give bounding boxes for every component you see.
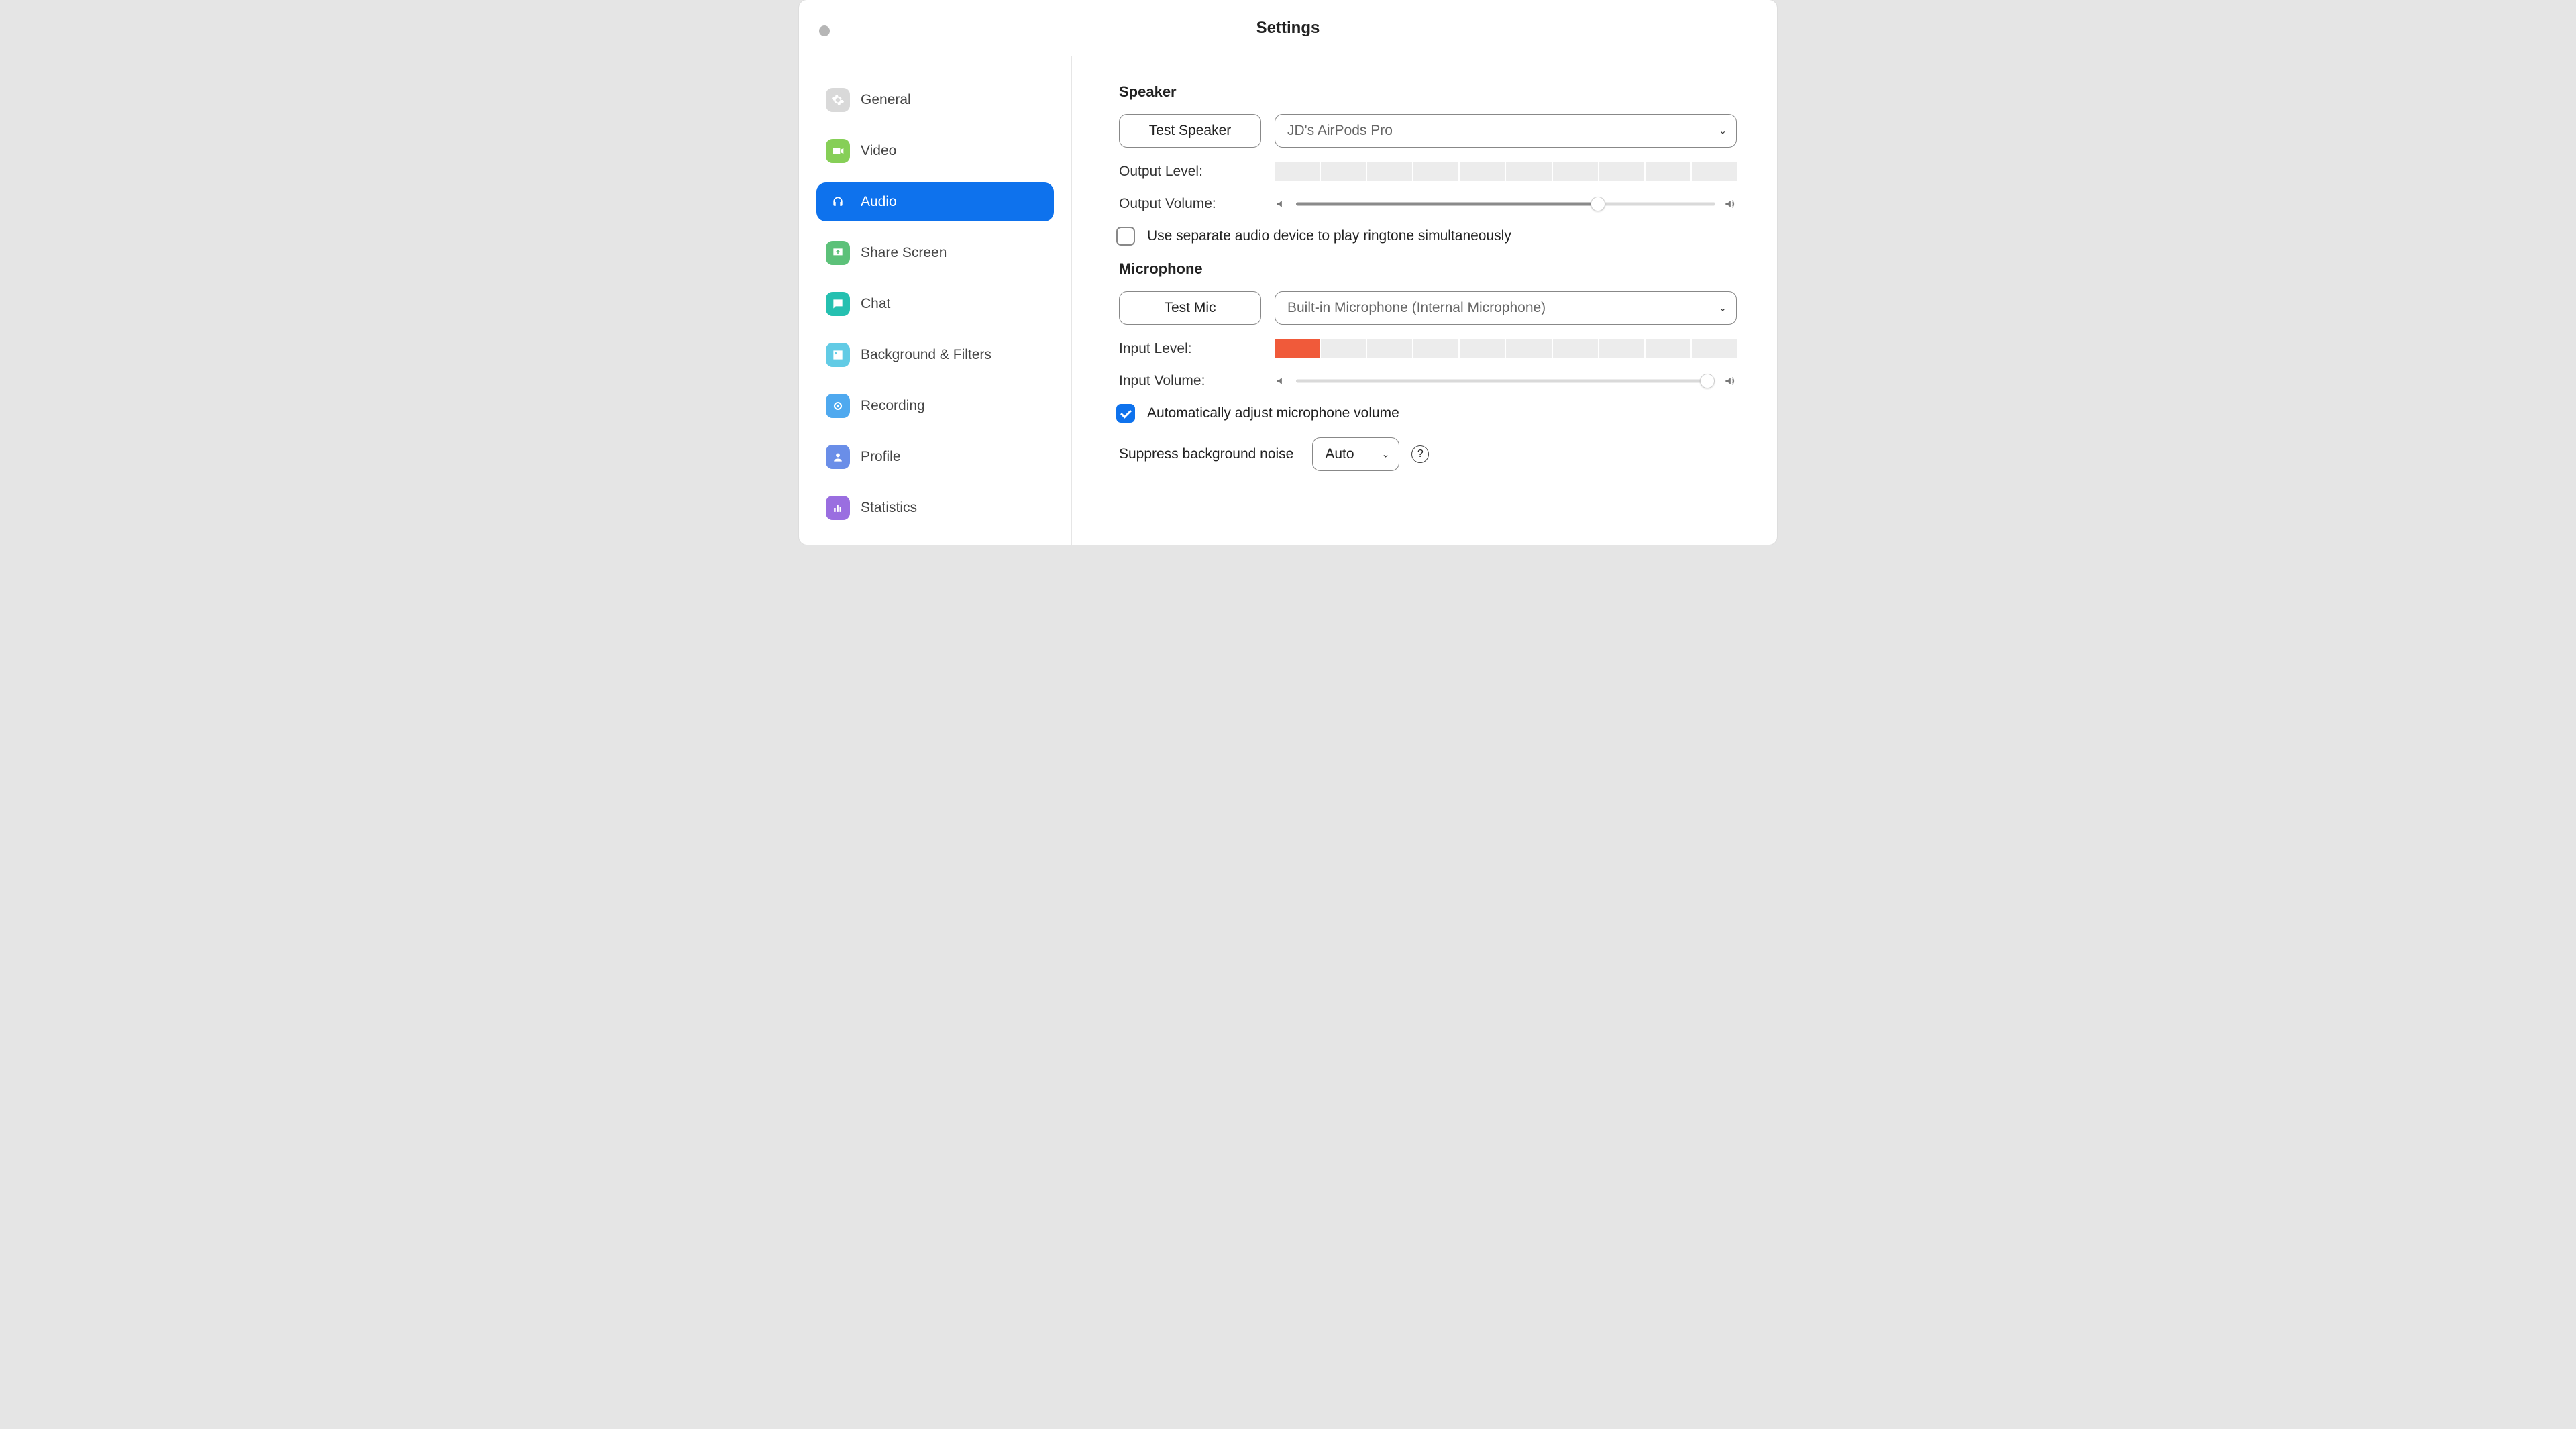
sidebar-item-label: Statistics: [861, 500, 917, 516]
volume-low-icon: [1275, 197, 1288, 211]
input-level-label: Input Level:: [1119, 341, 1275, 357]
level-segment: [1460, 339, 1505, 358]
sidebar-item-label: Profile: [861, 449, 901, 465]
output-volume-row: Output Volume:: [1119, 196, 1737, 212]
input-volume-label: Input Volume:: [1119, 373, 1275, 389]
window-title: Settings: [799, 19, 1777, 38]
speaker-device-value: JD's AirPods Pro: [1287, 123, 1393, 139]
sidebar-item-statistics[interactable]: Statistics: [816, 488, 1054, 527]
sidebar-item-label: Video: [861, 143, 896, 159]
microphone-heading: Microphone: [1119, 260, 1737, 278]
test-speaker-button[interactable]: Test Speaker: [1119, 114, 1261, 148]
output-level-row: Output Level:: [1119, 162, 1737, 181]
level-segment: [1599, 339, 1644, 358]
sidebar-item-label: General: [861, 92, 911, 108]
level-segment: [1692, 162, 1737, 181]
separate-audio-row: Use separate audio device to play ringto…: [1116, 227, 1737, 246]
mic-device-row: Test Mic Built-in Microphone (Internal M…: [1119, 291, 1737, 325]
sidebar-item-general[interactable]: General: [816, 81, 1054, 119]
recording-icon: [826, 394, 850, 418]
sidebar-item-label: Background & Filters: [861, 347, 991, 363]
output-volume-label: Output Volume:: [1119, 196, 1275, 212]
level-segment: [1506, 162, 1551, 181]
level-segment: [1646, 339, 1690, 358]
level-segment: [1553, 339, 1598, 358]
sidebar-item-chat[interactable]: Chat: [816, 284, 1054, 323]
input-level-meter: [1275, 339, 1737, 358]
level-segment: [1599, 162, 1644, 181]
input-volume-row: Input Volume:: [1119, 373, 1737, 389]
main-panel: Speaker Test Speaker JD's AirPods Pro ⌄ …: [1072, 56, 1777, 545]
sidebar-item-label: Chat: [861, 296, 890, 312]
volume-high-icon: [1723, 374, 1737, 388]
mic-device-value: Built-in Microphone (Internal Microphone…: [1287, 300, 1546, 316]
level-segment: [1321, 162, 1366, 181]
level-segment: [1646, 162, 1690, 181]
settings-window: Settings General Video Audio: [799, 0, 1777, 545]
speaker-device-select[interactable]: JD's AirPods Pro ⌄: [1275, 114, 1737, 148]
sidebar-item-video[interactable]: Video: [816, 131, 1054, 170]
gear-icon: [826, 88, 850, 112]
titlebar: Settings: [799, 0, 1777, 56]
chevron-down-icon: ⌄: [1719, 125, 1727, 137]
window-body: General Video Audio Share Screen: [799, 56, 1777, 545]
sidebar-item-share-screen[interactable]: Share Screen: [816, 233, 1054, 272]
suppress-noise-label: Suppress background noise: [1119, 446, 1293, 462]
sidebar-item-label: Audio: [861, 194, 897, 210]
test-mic-button[interactable]: Test Mic: [1119, 291, 1261, 325]
level-segment: [1367, 339, 1412, 358]
help-icon[interactable]: ?: [1411, 445, 1429, 463]
statistics-icon: [826, 496, 850, 520]
traffic-light-dot[interactable]: [819, 25, 830, 36]
level-segment: [1275, 339, 1320, 358]
level-segment: [1321, 339, 1366, 358]
auto-adjust-row: Automatically adjust microphone volume: [1116, 404, 1737, 423]
volume-low-icon: [1275, 374, 1288, 388]
speaker-heading: Speaker: [1119, 83, 1737, 101]
suppress-noise-row: Suppress background noise Auto ⌄ ?: [1119, 437, 1737, 471]
mic-device-select[interactable]: Built-in Microphone (Internal Microphone…: [1275, 291, 1737, 325]
chevron-down-icon: ⌄: [1719, 303, 1727, 314]
speaker-device-row: Test Speaker JD's AirPods Pro ⌄: [1119, 114, 1737, 148]
separate-audio-label: Use separate audio device to play ringto…: [1147, 228, 1511, 244]
auto-adjust-checkbox[interactable]: [1116, 404, 1135, 423]
video-icon: [826, 139, 850, 163]
chevron-down-icon: ⌄: [1382, 449, 1390, 460]
headphones-icon: [826, 190, 850, 214]
level-segment: [1692, 339, 1737, 358]
output-level-meter: [1275, 162, 1737, 181]
sidebar-item-label: Recording: [861, 398, 925, 414]
level-segment: [1275, 162, 1320, 181]
suppress-noise-value: Auto: [1325, 446, 1354, 462]
input-level-row: Input Level:: [1119, 339, 1737, 358]
sidebar-item-audio[interactable]: Audio: [816, 182, 1054, 221]
output-volume-slider[interactable]: [1296, 197, 1715, 211]
level-segment: [1413, 162, 1458, 181]
level-segment: [1367, 162, 1412, 181]
level-segment: [1460, 162, 1505, 181]
suppress-noise-select[interactable]: Auto ⌄: [1312, 437, 1399, 471]
auto-adjust-label: Automatically adjust microphone volume: [1147, 405, 1399, 421]
volume-high-icon: [1723, 197, 1737, 211]
sidebar-item-profile[interactable]: Profile: [816, 437, 1054, 476]
input-volume-slider[interactable]: [1296, 374, 1715, 388]
share-screen-icon: [826, 241, 850, 265]
output-level-label: Output Level:: [1119, 164, 1275, 180]
separate-audio-checkbox[interactable]: [1116, 227, 1135, 246]
level-segment: [1413, 339, 1458, 358]
sidebar: General Video Audio Share Screen: [799, 56, 1072, 545]
profile-icon: [826, 445, 850, 469]
sidebar-item-background-filters[interactable]: Background & Filters: [816, 335, 1054, 374]
background-filters-icon: [826, 343, 850, 367]
sidebar-item-label: Share Screen: [861, 245, 947, 261]
chat-icon: [826, 292, 850, 316]
sidebar-item-recording[interactable]: Recording: [816, 386, 1054, 425]
level-segment: [1506, 339, 1551, 358]
level-segment: [1553, 162, 1598, 181]
